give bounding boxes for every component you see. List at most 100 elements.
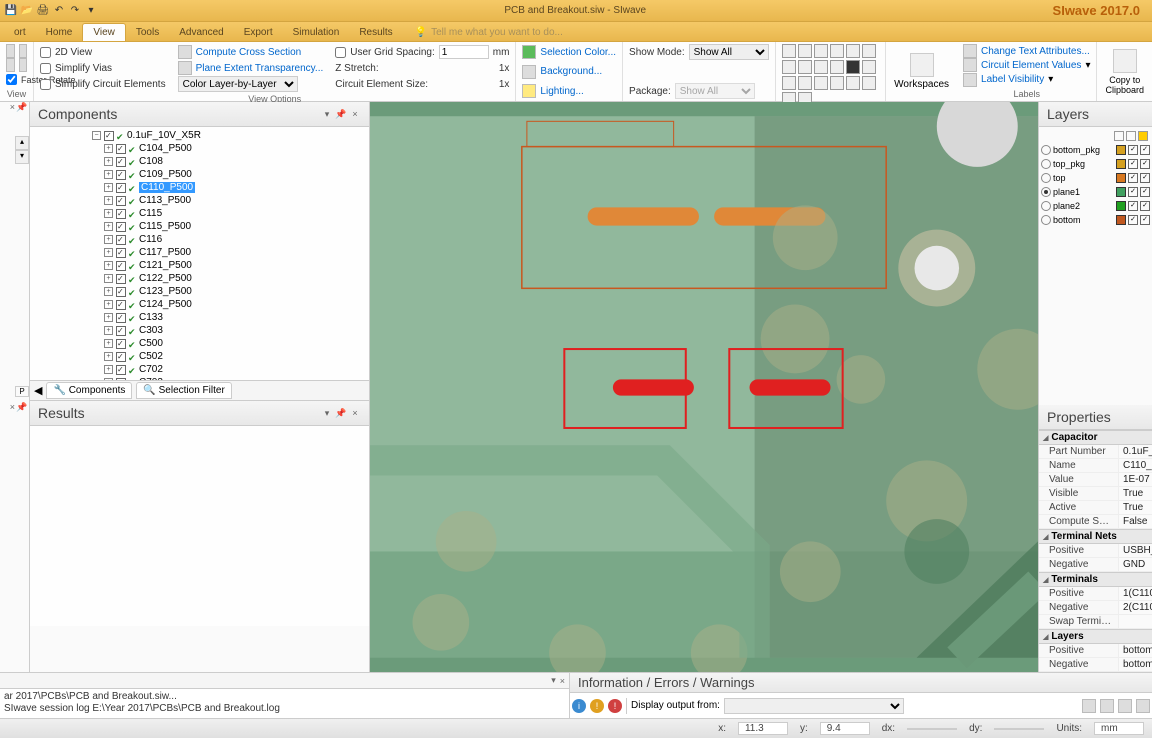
pcb-canvas[interactable]: [370, 102, 1038, 672]
tree-item[interactable]: +✔C108: [34, 155, 365, 168]
prop-section[interactable]: Terminal Nets: [1039, 529, 1152, 544]
info-icon[interactable]: i: [572, 699, 586, 713]
layer-radio[interactable]: [1041, 187, 1051, 197]
layer-sel-checkbox[interactable]: ✓: [1140, 145, 1150, 155]
sh-icon-7[interactable]: [782, 60, 796, 74]
sh-icon-11[interactable]: [846, 60, 860, 74]
layer-radio[interactable]: [1041, 159, 1051, 169]
sh-icon-16[interactable]: [830, 76, 844, 90]
tree-checkbox[interactable]: [116, 365, 126, 375]
layer-swatch[interactable]: [1116, 159, 1126, 169]
tree-item[interactable]: +✔C303: [34, 324, 365, 337]
expander-icon[interactable]: +: [104, 196, 113, 205]
tree-item[interactable]: +✔C502: [34, 350, 365, 363]
tree-checkbox[interactable]: [116, 300, 126, 310]
lv-icon[interactable]: [963, 73, 977, 87]
layer-hdr-3[interactable]: [1138, 131, 1148, 141]
tree-checkbox[interactable]: [116, 287, 126, 297]
lighting-link[interactable]: Lighting...: [540, 86, 583, 97]
tree-checkbox[interactable]: [116, 157, 126, 167]
layer-row[interactable]: bottom_pkg✓✓: [1041, 143, 1150, 157]
prop-value[interactable]: bottom: [1119, 644, 1152, 657]
tab-components[interactable]: 🔧 Components: [46, 382, 132, 399]
layer-row[interactable]: top✓✓: [1041, 171, 1150, 185]
layer-radio[interactable]: [1041, 145, 1051, 155]
layer-sel-checkbox[interactable]: ✓: [1140, 215, 1150, 225]
prop-section[interactable]: Terminals: [1039, 572, 1152, 587]
simplify-ckt-checkbox[interactable]: [40, 79, 51, 90]
tab-selection-filter[interactable]: 🔍 Selection Filter: [136, 382, 231, 399]
package-dropdown[interactable]: Show All: [675, 83, 755, 99]
save-icon[interactable]: 💾: [4, 4, 18, 18]
expander-icon[interactable]: +: [104, 313, 113, 322]
background-icon[interactable]: [522, 65, 536, 79]
tree-item[interactable]: +✔C110_P500: [34, 181, 365, 194]
expander-icon[interactable]: +: [104, 170, 113, 179]
left-pin-icon[interactable]: 📌: [15, 102, 29, 113]
log-menu-icon[interactable]: ▾: [551, 675, 556, 686]
prop-value[interactable]: C110_P: [1119, 459, 1152, 472]
tree-checkbox[interactable]: [116, 196, 126, 206]
plane-ext-icon[interactable]: [178, 61, 192, 75]
layer-swatch[interactable]: [1116, 187, 1126, 197]
display-from-dropdown[interactable]: [724, 698, 904, 714]
prop-value[interactable]: USBH_: [1119, 544, 1152, 557]
tree-item[interactable]: +✔C116: [34, 233, 365, 246]
tab-home[interactable]: Home: [36, 24, 83, 41]
sh-icon-12[interactable]: [862, 60, 876, 74]
zoom-icon[interactable]: [19, 44, 28, 58]
layer-vis-checkbox[interactable]: ✓: [1128, 145, 1138, 155]
results-pin-icon[interactable]: 📌: [335, 408, 347, 420]
log-close-icon[interactable]: ×: [560, 676, 565, 686]
selection-color-link[interactable]: Selection Color...: [540, 47, 616, 58]
sh-icon-5[interactable]: [846, 44, 860, 58]
prop-value[interactable]: 1(C110: [1119, 587, 1152, 600]
tab-prev-icon[interactable]: ◀: [34, 384, 42, 397]
tab-results[interactable]: Results: [349, 24, 402, 41]
prop-value[interactable]: True: [1119, 487, 1152, 500]
left-tab-icon[interactable]: P: [15, 386, 29, 397]
components-menu-icon[interactable]: ▾: [321, 109, 333, 121]
expander-icon[interactable]: +: [104, 222, 113, 231]
tree-root-item[interactable]: −✔0.1uF_10V_X5R: [34, 129, 365, 142]
tree-item[interactable]: +✔C109_P500: [34, 168, 365, 181]
prop-value[interactable]: 2(C110: [1119, 601, 1152, 614]
components-tree[interactable]: −✔0.1uF_10V_X5R +✔C104_P500+✔C108+✔C109_…: [30, 127, 369, 380]
tree-checkbox[interactable]: [116, 235, 126, 245]
pan-icon[interactable]: [19, 58, 28, 72]
components-pin-icon[interactable]: 📌: [335, 109, 347, 121]
lv-dropdown-icon[interactable]: ▾: [1048, 74, 1053, 85]
tab-ort[interactable]: ort: [4, 24, 36, 41]
grid-input[interactable]: [439, 45, 489, 59]
prop-value[interactable]: False: [1119, 515, 1152, 528]
expander-icon[interactable]: +: [104, 209, 113, 218]
left-scroll-up-icon[interactable]: ▴: [15, 136, 29, 150]
expander-icon[interactable]: +: [104, 261, 113, 270]
cta-icon[interactable]: [963, 44, 977, 58]
color-layer-dropdown[interactable]: Color Layer-by-Layer: [178, 76, 298, 92]
cross-section-icon[interactable]: [178, 45, 192, 59]
tree-item[interactable]: +✔C500: [34, 337, 365, 350]
tree-checkbox[interactable]: [116, 339, 126, 349]
compute-cross-section-link[interactable]: Compute Cross Section: [196, 47, 302, 58]
plane-extent-link[interactable]: Plane Extent Transparency...: [196, 63, 324, 74]
prop-value[interactable]: 1E-07 F: [1119, 473, 1152, 486]
layer-vis-checkbox[interactable]: ✓: [1128, 173, 1138, 183]
print-icon[interactable]: 🖨: [36, 4, 50, 18]
tree-checkbox[interactable]: [116, 144, 126, 154]
left-scroll-down-icon[interactable]: ▾: [15, 150, 29, 164]
tree-checkbox[interactable]: [116, 209, 126, 219]
results-menu-icon[interactable]: ▾: [321, 408, 333, 420]
tree-checkbox[interactable]: [116, 313, 126, 323]
background-link[interactable]: Background...: [540, 66, 602, 77]
sh-icon-6[interactable]: [862, 44, 876, 58]
tree-checkbox[interactable]: [116, 326, 126, 336]
redo-icon[interactable]: ↷: [68, 4, 82, 18]
show-mode-dropdown[interactable]: Show All: [689, 44, 769, 60]
tab-advanced[interactable]: Advanced: [169, 24, 233, 41]
layer-swatch[interactable]: [1116, 201, 1126, 211]
layer-radio[interactable]: [1041, 201, 1051, 211]
layer-sel-checkbox[interactable]: ✓: [1140, 173, 1150, 183]
tab-simulation[interactable]: Simulation: [283, 24, 350, 41]
layer-vis-checkbox[interactable]: ✓: [1128, 201, 1138, 211]
